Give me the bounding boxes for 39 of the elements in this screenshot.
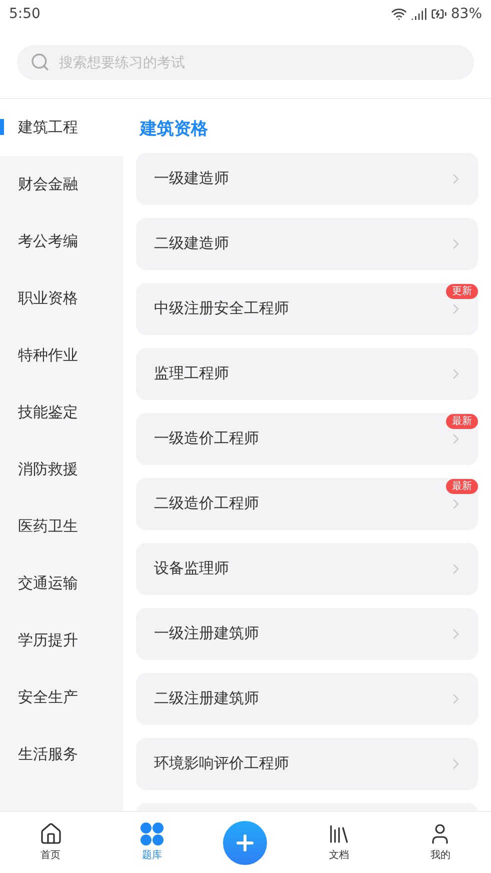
new-badge: 最新 xyxy=(446,414,478,428)
status-time: 5:50 xyxy=(9,4,40,24)
signal-icon xyxy=(410,6,427,22)
nav-tab[interactable]: 我的 xyxy=(410,822,470,863)
exam-name: 监理工程师 xyxy=(154,363,229,384)
exam-name: 设备监理师 xyxy=(154,558,229,580)
exam-name: 一级注册建筑师 xyxy=(154,623,259,644)
exam-card[interactable]: 二级建造师 xyxy=(136,218,478,270)
new-badge: 最新 xyxy=(446,478,478,494)
exam-name: 二级建造师 xyxy=(154,233,229,254)
exam-card[interactable]: 二级造价工程师 最新 xyxy=(136,478,478,530)
add-button[interactable] xyxy=(223,820,268,864)
search-field[interactable]: 搜索想要练习的考试 xyxy=(17,45,474,80)
section-title: 建筑资格 xyxy=(138,118,209,141)
exam-name: 二级注册建筑师 xyxy=(154,688,259,710)
exam-name: 中级注册安全工程师 xyxy=(154,298,289,320)
exam-card[interactable]: 一级造价工程师 最新 xyxy=(136,412,478,464)
exam-card[interactable]: 监理工程师 xyxy=(136,348,478,400)
exam-card[interactable]: 一级建造师 xyxy=(136,152,478,204)
nav-tab[interactable]: 首页 xyxy=(20,822,81,863)
exam-card[interactable]: 二级注册建筑师 xyxy=(136,672,478,724)
exam-name: 二级造价工程师 xyxy=(154,493,259,514)
new-badge: 更新 xyxy=(446,284,478,298)
exam-name: 一级建造师 xyxy=(154,168,229,190)
category-item[interactable]: 建筑工程 xyxy=(0,99,123,156)
exam-name: 一级造价工程师 xyxy=(154,428,259,450)
exam-card[interactable]: 环境影响评价工程师 xyxy=(136,738,478,790)
grid-icon xyxy=(140,822,164,846)
exam-card[interactable]: 一级注册建筑师 xyxy=(136,608,478,660)
exam-card[interactable]: 设备监理师 xyxy=(136,542,478,594)
home-icon xyxy=(38,822,63,846)
nav-tab[interactable]: 题库 xyxy=(122,822,182,863)
exam-card[interactable]: 中级注册安全工程师 更新 xyxy=(136,282,478,334)
selected-indicator xyxy=(0,119,4,135)
battery-level: 83% xyxy=(450,4,482,24)
search-icon xyxy=(30,52,50,72)
exam-name: 环境影响评价工程师 xyxy=(154,753,289,774)
nav-tab[interactable]: 文档 xyxy=(308,822,369,863)
wifi-icon xyxy=(390,6,407,22)
